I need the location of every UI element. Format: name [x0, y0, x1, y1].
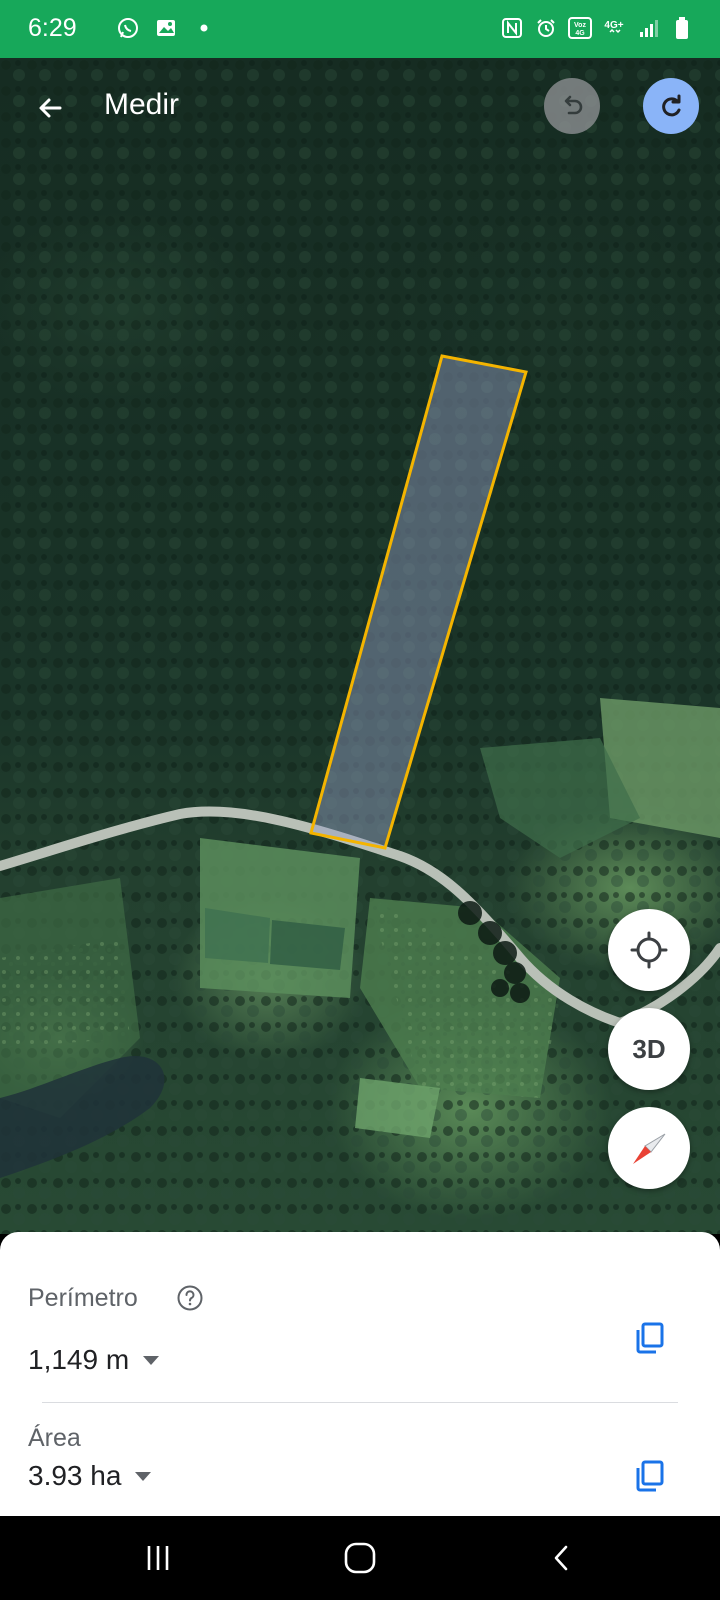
whatsapp-icon	[116, 16, 140, 40]
perimeter-value-dropdown[interactable]: 1,149 m	[28, 1344, 160, 1376]
dot-icon	[192, 16, 216, 40]
chevron-down-icon	[135, 1471, 152, 1481]
notification-icons	[116, 16, 216, 40]
3d-label: 3D	[632, 1033, 666, 1064]
battery-icon	[670, 16, 694, 40]
home-icon	[344, 1542, 376, 1574]
volte-icon: Voz 4G	[568, 16, 592, 40]
signal-icon	[636, 16, 660, 40]
compass-icon	[633, 1133, 666, 1164]
home-button[interactable]	[330, 1536, 390, 1580]
measurement-sheet: Perímetro 1,149 m Área 3.93 ha	[0, 1232, 720, 1516]
perimeter-value: 1,149 m	[28, 1344, 130, 1375]
copy-perimeter-button[interactable]	[628, 1316, 672, 1360]
alarm-icon	[534, 16, 558, 40]
system-icons: Voz 4G 4G+	[500, 16, 694, 40]
svg-text:4G: 4G	[575, 30, 585, 37]
svg-text:Voz: Voz	[574, 22, 586, 29]
recents-icon	[147, 1546, 169, 1570]
measure-toolbar: Medir	[0, 58, 720, 158]
undo-button[interactable]	[544, 78, 600, 134]
arrow-back-icon	[39, 98, 62, 118]
nav-back-button[interactable]	[532, 1536, 592, 1580]
gallery-icon	[154, 16, 178, 40]
status-time: 6:29	[28, 14, 77, 42]
nav-back-icon	[554, 1545, 568, 1571]
copy-icon	[636, 1460, 664, 1492]
navigation-bar	[0, 1516, 720, 1600]
copy-area-button[interactable]	[628, 1454, 672, 1498]
my-location-button[interactable]	[608, 909, 690, 991]
recents-button[interactable]	[128, 1536, 188, 1580]
3d-button[interactable]: 3D	[608, 1008, 690, 1090]
area-label: Área	[28, 1424, 81, 1452]
area-value: 3.93 ha	[28, 1460, 122, 1491]
compass-button[interactable]	[608, 1107, 690, 1189]
divider	[42, 1402, 678, 1403]
status-bar: 6:29 Voz 4G 4G+	[0, 0, 720, 58]
page-title: Medir	[104, 88, 180, 121]
nfc-icon	[500, 16, 524, 40]
undo-icon	[564, 95, 583, 115]
4g-icon: 4G+	[602, 16, 626, 40]
help-icon[interactable]	[176, 1284, 204, 1312]
svg-text:4G+: 4G+	[604, 20, 623, 31]
perimeter-label: Perímetro	[28, 1284, 138, 1312]
my-location-icon	[630, 931, 668, 969]
back-button[interactable]	[24, 82, 76, 134]
area-value-dropdown[interactable]: 3.93 ha	[28, 1460, 152, 1492]
redo-icon	[662, 94, 681, 117]
redo-button[interactable]	[643, 78, 699, 134]
copy-icon	[636, 1322, 664, 1354]
chevron-down-icon	[143, 1355, 160, 1365]
